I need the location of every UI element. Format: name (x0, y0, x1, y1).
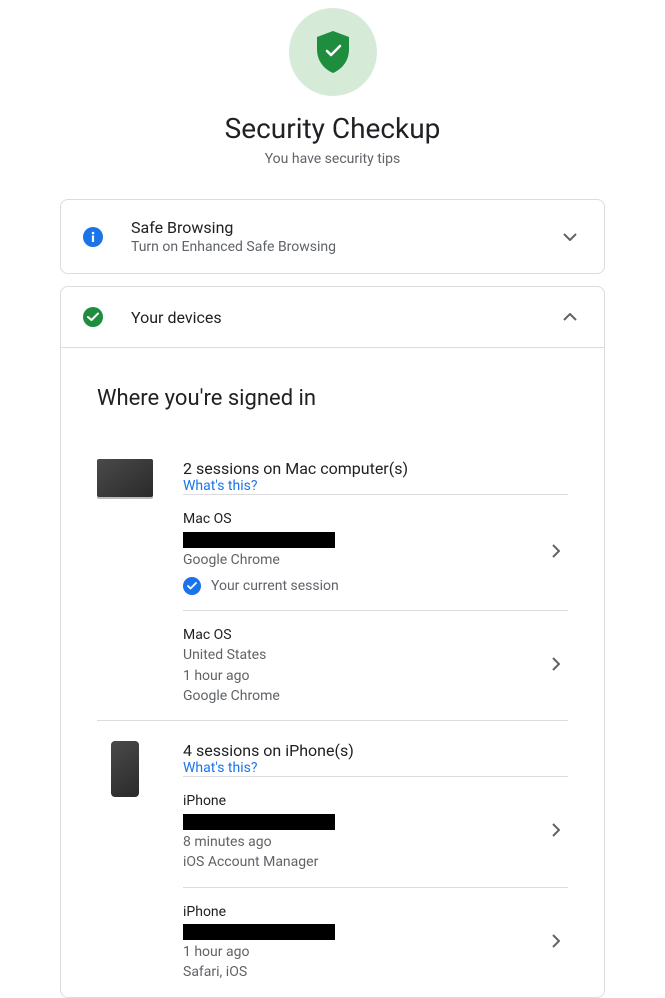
iphone-device-icon (97, 741, 183, 797)
check-badge-icon (183, 577, 201, 595)
session-browser: Safari, iOS (183, 962, 544, 982)
page-title: Security Checkup (0, 112, 665, 145)
session-location: United States (183, 645, 544, 665)
safe-browsing-text: Safe Browsing Turn on Enhanced Safe Brow… (131, 218, 558, 255)
devices-body: Where you're signed in 2 sessions on Mac… (61, 347, 604, 997)
signed-in-title: Where you're signed in (97, 386, 568, 411)
check-icon (83, 307, 103, 327)
devices-text: Your devices (131, 308, 558, 327)
iphone-heading: 4 sessions on iPhone(s) (183, 741, 568, 760)
device-group-iphone: 4 sessions on iPhone(s) What's this? iPh… (97, 720, 568, 996)
chevron-right-icon[interactable] (544, 933, 568, 952)
session-redacted (183, 812, 544, 832)
session-item: iPhone 8 minutes ago iOS Account Manager (183, 776, 568, 886)
session-device: iPhone (183, 791, 544, 811)
session-time: 1 hour ago (183, 942, 544, 962)
devices-header[interactable]: Your devices (61, 287, 604, 347)
session-redacted (183, 529, 544, 549)
session-time: 1 hour ago (183, 666, 544, 686)
safe-browsing-header[interactable]: Safe Browsing Turn on Enhanced Safe Brow… (61, 200, 604, 273)
session-browser: Google Chrome (183, 686, 544, 706)
safe-browsing-title: Safe Browsing (131, 218, 558, 237)
session-time: 8 minutes ago (183, 832, 544, 852)
session-browser: iOS Account Manager (183, 852, 544, 872)
chevron-right-icon[interactable] (544, 822, 568, 841)
session-device: Mac OS (183, 625, 544, 645)
shield-icon (289, 8, 377, 96)
session-item: Mac OS Google Chrome Your current sessio… (183, 494, 568, 610)
current-session-badge: Your current session (183, 576, 544, 596)
chevron-right-icon[interactable] (544, 656, 568, 675)
device-group-mac: 2 sessions on Mac computer(s) What's thi… (97, 439, 568, 720)
current-session-text: Your current session (211, 576, 339, 596)
safe-browsing-card: Safe Browsing Turn on Enhanced Safe Brow… (60, 199, 605, 274)
devices-card: Your devices Where you're signed in 2 se… (60, 286, 605, 998)
session-device: Mac OS (183, 509, 544, 529)
page-header: Security Checkup You have security tips (0, 0, 665, 187)
mac-device-icon (97, 459, 183, 497)
chevron-down-icon (558, 225, 582, 249)
session-device: iPhone (183, 902, 544, 922)
info-icon (83, 227, 103, 247)
page-subtitle: You have security tips (0, 151, 665, 167)
session-item: iPhone 1 hour ago Safari, iOS (183, 887, 568, 997)
session-browser: Google Chrome (183, 550, 544, 570)
session-redacted (183, 922, 544, 942)
safe-browsing-subtitle: Turn on Enhanced Safe Browsing (131, 239, 558, 255)
devices-title: Your devices (131, 308, 558, 327)
mac-heading: 2 sessions on Mac computer(s) (183, 459, 568, 478)
whats-this-link[interactable]: What's this? (183, 760, 568, 776)
chevron-up-icon (558, 305, 582, 329)
whats-this-link[interactable]: What's this? (183, 478, 568, 494)
session-item: Mac OS United States 1 hour ago Google C… (183, 610, 568, 720)
chevron-right-icon[interactable] (544, 543, 568, 562)
